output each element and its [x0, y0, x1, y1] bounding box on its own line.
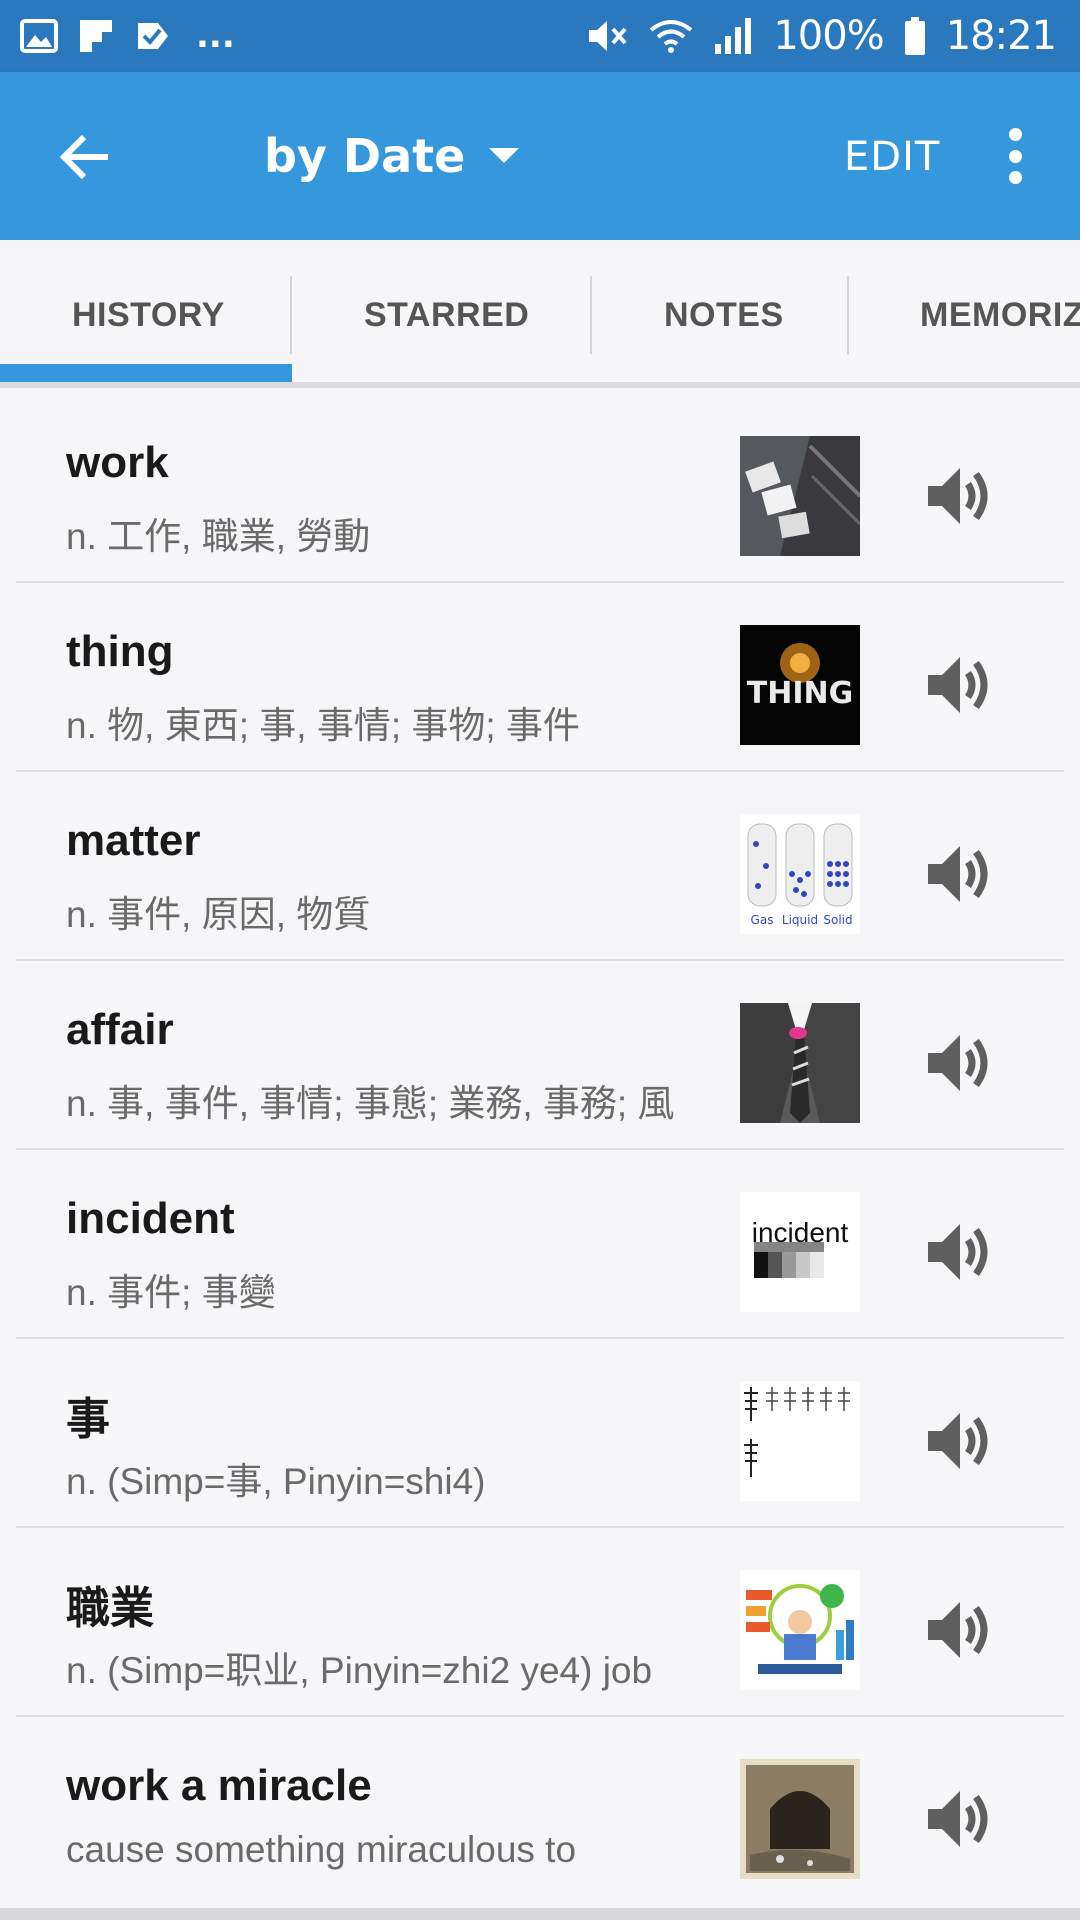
tab-notes[interactable]: NOTES [664, 296, 784, 335]
notification-overflow: ... [196, 16, 235, 56]
tab-memorize[interactable]: MEMORIZ [920, 296, 1080, 335]
speaker-icon[interactable] [920, 1023, 1000, 1103]
entry-word: 事 [66, 1395, 110, 1444]
more-options-icon[interactable] [990, 124, 1040, 188]
list-item[interactable]: work n. 工作, 職業, 勞動 [0, 394, 1080, 583]
list-item[interactable]: work a miracle cause something miraculou… [0, 1717, 1080, 1906]
entry-definition: n. (Simp=职业, Pinyin=zhi2 ye4) job [66, 1650, 653, 1691]
entry-thumbnail[interactable] [740, 1570, 860, 1690]
back-arrow-icon [59, 134, 108, 180]
thumbnail-label: Solid [823, 913, 852, 927]
thumbnail-text: THING [747, 676, 853, 711]
list-item[interactable]: incident n. 事件; 事變 incident [0, 1150, 1080, 1339]
list-item[interactable]: 職業 n. (Simp=职业, Pinyin=zhi2 ye4) job [0, 1528, 1080, 1717]
entry-thumbnail[interactable]: THING [740, 625, 860, 745]
speaker-icon[interactable] [920, 1212, 1000, 1292]
entry-word: work [66, 438, 169, 487]
back-button[interactable] [50, 122, 120, 192]
mute-icon [589, 21, 627, 51]
thumbnail-label: Gas [751, 913, 774, 927]
tab-bar: HISTORY STARRED NOTES MEMORIZ [0, 240, 1080, 388]
entry-thumbnail[interactable] [740, 1759, 860, 1879]
gallery-icon [20, 19, 58, 53]
entry-word: matter [66, 816, 201, 865]
battery-percent: 100% [773, 13, 884, 59]
tab-indicator [0, 364, 292, 382]
status-bar: ... 100% 18:21 [0, 0, 1080, 72]
entry-thumbnail[interactable]: Gas Liquid Solid [740, 814, 860, 934]
speaker-icon[interactable] [920, 834, 1000, 914]
entry-word: affair [66, 1005, 174, 1054]
entry-thumbnail[interactable] [740, 1381, 860, 1501]
speaker-icon[interactable] [920, 645, 1000, 725]
bottom-edge [0, 1908, 1080, 1920]
tab-divider [290, 276, 292, 354]
list-item[interactable]: matter n. 事件, 原因, 物質 Gas Liquid Solid [0, 772, 1080, 961]
list-item[interactable]: thing n. 物, 東西; 事, 事情; 事物; 事件 THING [0, 583, 1080, 772]
entry-definition: n. 事件, 原因, 物質 [66, 894, 371, 935]
wifi-icon [650, 20, 693, 53]
list-item[interactable]: affair n. 事, 事件, 事情; 事態; 業務, 事務; 風 [0, 961, 1080, 1150]
thumbnail-label: Liquid [782, 913, 818, 927]
tab-starred[interactable]: STARRED [364, 296, 529, 335]
entry-word: work a miracle [66, 1761, 372, 1810]
page-title: by Date [264, 129, 466, 183]
signal-icon [715, 18, 752, 54]
speaker-icon[interactable] [920, 456, 1000, 536]
edit-button[interactable]: EDIT [844, 134, 940, 180]
tab-history[interactable]: HISTORY [72, 296, 225, 335]
entry-definition: n. 物, 東西; 事, 事情; 事物; 事件 [66, 705, 580, 746]
flipboard-icon [80, 20, 112, 52]
clock: 18:21 [945, 13, 1057, 59]
tab-divider [590, 276, 592, 354]
entry-thumbnail[interactable]: incident [740, 1192, 860, 1312]
sort-dropdown[interactable]: by Date [264, 124, 520, 188]
battery-icon [904, 17, 925, 55]
entry-word: incident [66, 1194, 235, 1243]
entry-word: 職業 [66, 1584, 154, 1633]
task-check-icon [138, 23, 168, 49]
entry-definition: n. (Simp=事, Pinyin=shi4) [66, 1461, 486, 1502]
speaker-icon[interactable] [920, 1401, 1000, 1481]
entry-definition: n. 工作, 職業, 勞動 [66, 516, 371, 557]
speaker-icon[interactable] [920, 1779, 1000, 1859]
entry-definition: n. 事, 事件, 事情; 事態; 業務, 事務; 風 [66, 1083, 675, 1124]
entry-thumbnail[interactable] [740, 1003, 860, 1123]
app-bar: by Date EDIT [0, 72, 1080, 240]
entry-thumbnail[interactable] [740, 436, 860, 556]
entry-definition: n. 事件; 事變 [66, 1272, 276, 1313]
list-item[interactable]: 事 n. (Simp=事, Pinyin=shi4) [0, 1339, 1080, 1528]
tab-divider [847, 276, 849, 354]
dropdown-arrow-icon [489, 148, 520, 163]
speaker-icon[interactable] [920, 1590, 1000, 1670]
entry-word: thing [66, 627, 174, 676]
entry-definition: cause something miraculous to [66, 1829, 577, 1870]
